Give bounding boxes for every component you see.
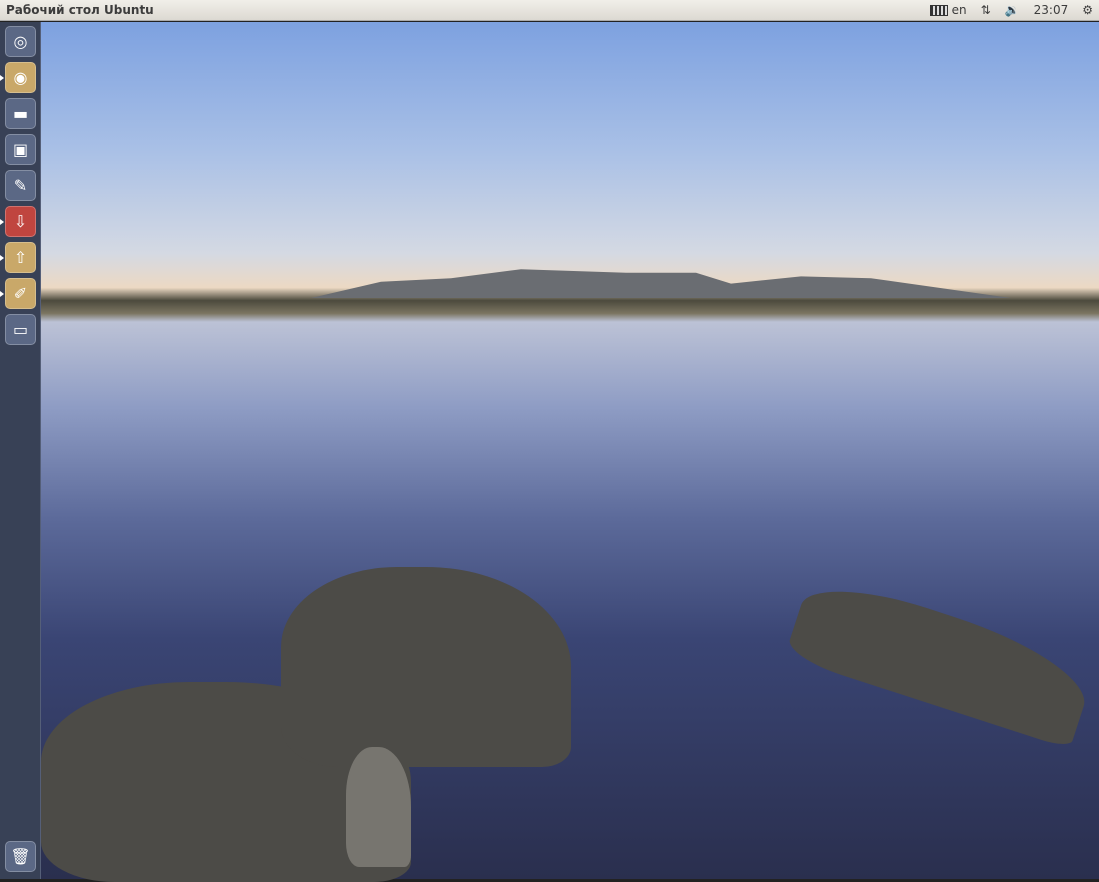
files-icon: ▬	[12, 104, 29, 123]
software-center-icon: ▣	[12, 140, 29, 159]
wallpaper-rock	[784, 570, 1098, 750]
clock[interactable]: 23:07	[1034, 3, 1069, 17]
launcher-item-paint[interactable]: ✐	[5, 278, 36, 309]
launcher-item-software-center[interactable]: ▣	[5, 134, 36, 165]
wallpaper-rock	[281, 567, 571, 767]
running-indicator	[0, 75, 4, 81]
desktop-wallpaper	[41, 22, 1099, 882]
launcher-item-chrome[interactable]: ◉	[5, 62, 36, 93]
launcher-item-files[interactable]: ▬	[5, 98, 36, 129]
launcher-item-workspaces[interactable]: ▭	[5, 314, 36, 345]
keyboard-indicator[interactable]: en	[929, 3, 967, 17]
dash-icon: ◎	[13, 32, 28, 51]
launcher-item-archive-manager[interactable]: ⇧	[5, 242, 36, 273]
chrome-icon: ◉	[13, 68, 28, 87]
network-icon[interactable]: ⇅	[981, 3, 991, 17]
archive-manager-icon: ⇧	[13, 248, 28, 267]
trash-icon: 🗑	[10, 847, 31, 866]
launcher-item-update-manager[interactable]: ⇩	[5, 206, 36, 237]
wallpaper-mountains	[311, 269, 1011, 298]
keyboard-layout: en	[951, 3, 967, 17]
paint-icon: ✐	[13, 284, 28, 303]
launcher-item-system-settings[interactable]: ✎	[5, 170, 36, 201]
running-indicator	[0, 219, 4, 225]
workspaces-icon: ▭	[12, 320, 29, 339]
system-settings-icon: ✎	[13, 176, 28, 195]
launcher-item-dash[interactable]: ◎	[5, 26, 36, 57]
launcher-item-trash[interactable]: 🗑	[5, 841, 36, 872]
keyboard-icon	[929, 5, 948, 16]
running-indicator	[0, 291, 4, 297]
running-indicator	[0, 255, 4, 261]
top-panel: Рабочий стол Ubuntu en ⇅ 🔉 23:07 ⚙	[0, 0, 1099, 21]
wallpaper-rock	[346, 747, 411, 867]
update-manager-icon: ⇩	[13, 212, 28, 231]
volume-icon[interactable]: 🔉	[1005, 3, 1020, 17]
gear-icon[interactable]: ⚙	[1082, 3, 1093, 17]
window-title: Рабочий стол Ubuntu	[6, 3, 154, 17]
